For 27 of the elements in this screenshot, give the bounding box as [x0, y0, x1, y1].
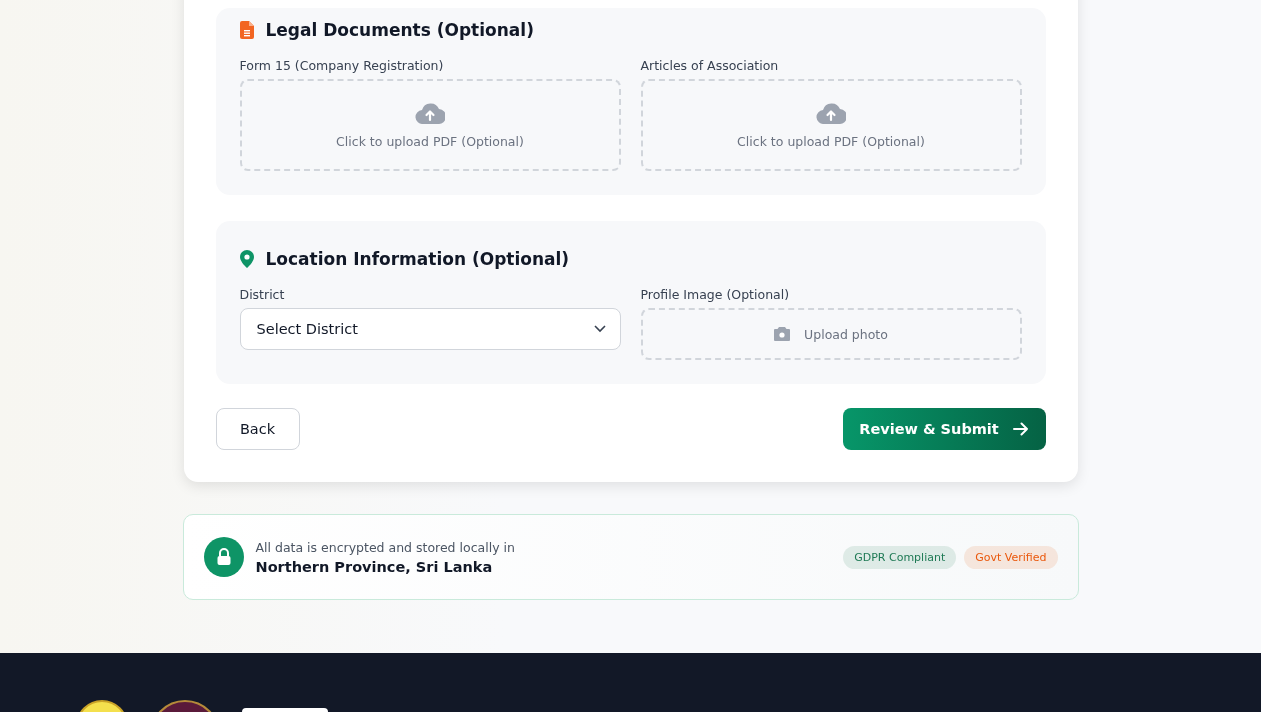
field-label: Form 15 (Company Registration): [239, 58, 445, 73]
location-text: Northern Province, Sri Lanka: [255, 558, 494, 575]
photo-upload-field[interactable]: Upload photo: [640, 308, 1022, 360]
map-pin-icon: [239, 250, 254, 268]
upload-dropzone[interactable]: Click to upload PDF (Optional): [239, 79, 621, 171]
upload-cloud-icon: [816, 101, 846, 124]
chevron-down-icon: [593, 325, 606, 333]
camera-icon: [774, 327, 791, 341]
upload-hint: Upload photo: [804, 326, 888, 342]
section-title: Location Information (Optional): [265, 249, 570, 269]
section-title: Legal Documents (Optional): [265, 20, 534, 40]
document-icon: [239, 21, 254, 39]
lock-icon: [203, 537, 244, 577]
status-badge: GDPR Compliant: [843, 545, 957, 569]
upload-hint: Click to upload PDF (Optional): [737, 133, 925, 149]
notice-text: All data is encrypted and stored locally in: [255, 539, 516, 555]
field-label: Articles of Association: [640, 58, 780, 73]
district-select[interactable]: Select District: [239, 308, 621, 350]
upload-cloud-icon: [415, 101, 445, 124]
field-label: Profile Image (Optional): [640, 287, 791, 302]
field-label: District: [239, 287, 286, 302]
upload-dropzone[interactable]: Click to upload PDF (Optional): [640, 79, 1022, 171]
submit-button[interactable]: Review & Submit: [842, 408, 1046, 450]
back-button[interactable]: Back: [215, 408, 300, 450]
upload-hint: Click to upload PDF (Optional): [336, 133, 524, 149]
status-badge: Govt Verified: [964, 545, 1058, 569]
arrow-right-icon: [1012, 422, 1029, 436]
